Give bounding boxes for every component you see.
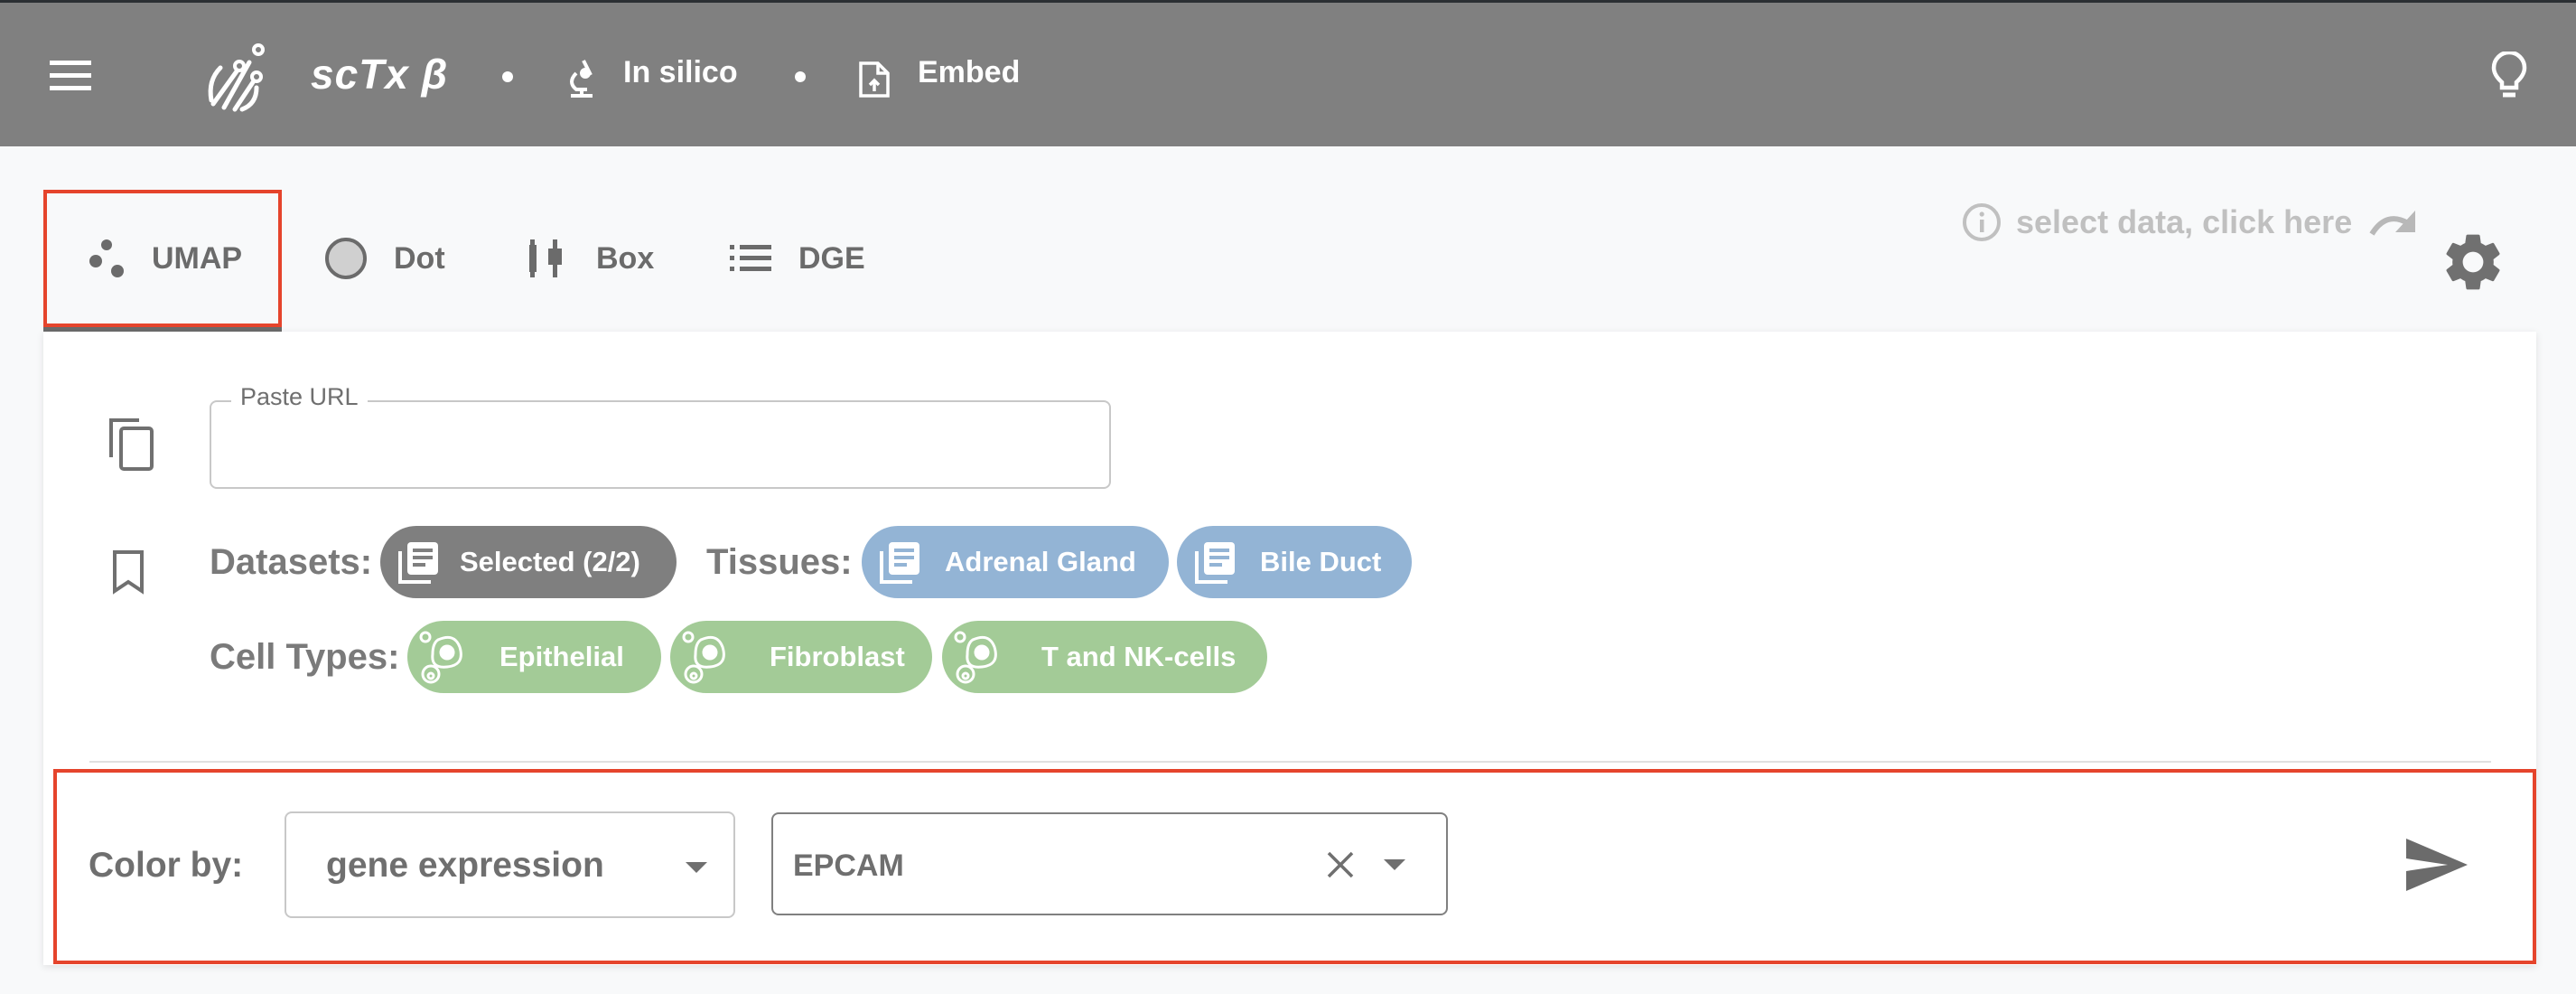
library-books-icon <box>880 542 919 584</box>
embed-link[interactable]: Embed <box>918 55 1020 90</box>
paste-url-field[interactable] <box>210 400 1111 489</box>
tab-umap[interactable]: UMAP <box>43 190 282 333</box>
cell-type-chip[interactable]: T and NK-cells <box>942 621 1267 693</box>
scatter-dots-icon <box>89 239 124 277</box>
dataset-chip-label: Selected (2/2) <box>460 546 640 577</box>
sctx-logo-icon <box>208 43 265 112</box>
tab-umap-label: UMAP <box>152 240 243 276</box>
gear-icon[interactable] <box>2439 228 2507 296</box>
cell-type-chip-label: Epithelial <box>499 641 624 672</box>
tab-dot[interactable]: Dot <box>323 190 468 327</box>
circle-icon <box>325 238 367 279</box>
cell-type-chip[interactable]: Epithelial <box>407 621 661 693</box>
close-icon[interactable] <box>1326 850 1355 879</box>
caret-down-icon[interactable] <box>1384 859 1405 870</box>
tissue-chip[interactable]: Bile Duct <box>1177 526 1412 598</box>
tissues-label: Tissues: <box>706 542 853 582</box>
tab-dot-label: Dot <box>394 240 445 276</box>
separator-dot <box>502 71 513 82</box>
gene-value: EPCAM <box>793 849 904 883</box>
dataset-chip[interactable]: Selected (2/2) <box>380 526 677 598</box>
paste-url-input[interactable] <box>211 402 1109 487</box>
datasets-label: Datasets: <box>210 542 373 582</box>
tab-dge-label: DGE <box>798 240 865 276</box>
paste-url-label: Paste URL <box>231 383 368 411</box>
cell-type-chip-label: T and NK-cells <box>1041 641 1237 672</box>
library-books-icon <box>398 542 438 584</box>
lightbulb-icon[interactable] <box>2491 52 2527 100</box>
app-title[interactable]: scTx β <box>311 50 448 98</box>
gene-select[interactable]: EPCAM <box>771 812 1448 915</box>
hint-text: select data, click here <box>2016 203 2353 240</box>
tissue-chip[interactable]: Adrenal Gland <box>862 526 1169 598</box>
section-divider <box>89 761 2491 763</box>
tissue-chip-label: Bile Duct <box>1260 546 1382 577</box>
hamburger-menu-icon[interactable] <box>50 61 91 91</box>
app-header: scTx β In silico Embed <box>0 0 2576 146</box>
color-by-select[interactable]: gene expression <box>285 811 735 918</box>
tissue-chip-label: Adrenal Gland <box>945 546 1136 577</box>
tab-box[interactable]: Box <box>529 190 674 327</box>
bookmark-icon[interactable] <box>112 549 145 595</box>
redo-arrow-icon <box>2369 211 2416 236</box>
in-silico-link[interactable]: In silico <box>623 55 738 90</box>
color-by-value: gene expression <box>326 846 604 885</box>
file-upload-icon <box>859 61 890 98</box>
color-by-label: Color by: <box>89 846 244 885</box>
cell-types-label: Cell Types: <box>210 637 400 677</box>
separator-dot <box>795 71 806 82</box>
microscope-icon <box>570 60 593 98</box>
list-icon <box>730 245 771 271</box>
library-books-icon <box>1195 542 1235 584</box>
caret-down-icon <box>686 862 707 873</box>
tab-dge[interactable]: DGE <box>730 190 883 327</box>
send-icon[interactable] <box>2403 837 2469 893</box>
cell-icon <box>682 631 725 684</box>
cell-type-chip-label: Fibroblast <box>770 641 905 672</box>
info-icon <box>1963 203 2001 241</box>
cell-icon <box>954 631 997 684</box>
boxplot-icon <box>529 239 562 277</box>
cell-icon <box>419 631 462 684</box>
tab-box-label: Box <box>596 240 655 276</box>
copy-icon[interactable] <box>108 417 155 472</box>
cell-type-chip[interactable]: Fibroblast <box>670 621 932 693</box>
select-data-hint: select data, click here <box>1962 202 2419 242</box>
